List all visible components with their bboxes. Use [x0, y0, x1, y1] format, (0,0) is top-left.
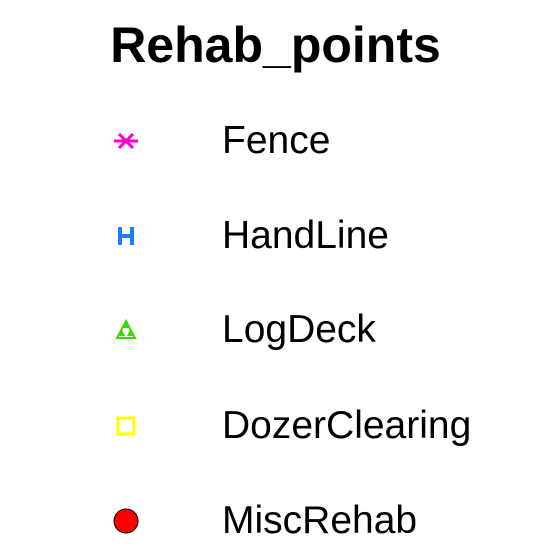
legend-item-label: HandLine	[222, 214, 389, 257]
red-circle-icon	[108, 503, 144, 539]
legend-item-dozerclearing: DozerClearing	[0, 396, 551, 456]
legend-title: Rehab_points	[110, 17, 441, 73]
legend-item-label: Fence	[222, 119, 331, 162]
legend-item-logdeck: LogDeck	[0, 300, 551, 360]
legend-item-label: DozerClearing	[222, 404, 472, 447]
legend-item-label: LogDeck	[222, 308, 376, 351]
legend-item-label: MiscRehab	[222, 499, 418, 542]
green-triangle-icon	[108, 312, 144, 348]
blue-h-icon	[108, 218, 144, 254]
legend-item-fence: Fence	[0, 111, 551, 171]
yellow-square-icon	[108, 408, 144, 444]
pink-asterisk-icon	[108, 123, 144, 159]
legend-item-miscrehab: MiscRehab	[0, 491, 551, 551]
legend-item-handline: HandLine	[0, 206, 551, 266]
